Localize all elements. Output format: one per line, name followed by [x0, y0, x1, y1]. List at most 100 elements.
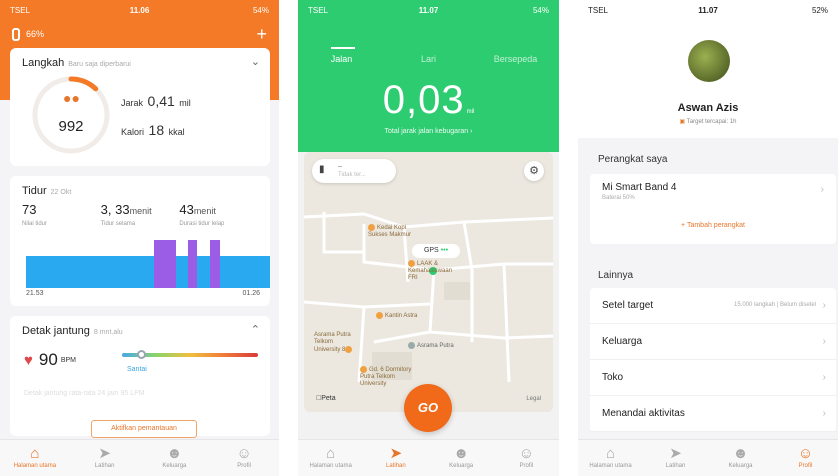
tab-family[interactable]: ☻ Keluarga — [140, 440, 210, 476]
chevron-down-icon[interactable]: ⌄ — [251, 55, 260, 68]
chevron-right-icon: › — [822, 372, 826, 383]
profile-screen: TSEL 11.07 52% Aswan Azis ▣ Target terca… — [578, 0, 838, 476]
light-sleep-band — [26, 256, 270, 288]
tab-profile[interactable]: ☺ Profil — [209, 440, 279, 476]
list-item-label: Toko — [602, 372, 624, 383]
sleep-score-value: 73 — [22, 202, 37, 217]
tab-workout[interactable]: ➤ Latihan — [363, 440, 428, 476]
deep-sleep-value: 43menit — [179, 202, 258, 217]
chevron-up-icon[interactable]: ⌃ — [251, 323, 260, 336]
gps-signal-icon: ••• — [440, 247, 449, 254]
sleep-duration-label: Tidur selama — [100, 221, 136, 227]
map-poi[interactable]: LAAK & Kemahasiswaan FRI — [408, 260, 452, 282]
tab-workout[interactable]: ➤ Latihan — [70, 440, 140, 476]
add-button[interactable]: + — [256, 25, 267, 43]
add-device-button[interactable]: + Tambah perangkat — [590, 222, 836, 229]
tab-label: Halaman utama — [309, 463, 352, 469]
map-poi[interactable]: Asrama Putra Telkom University 8 — [314, 332, 354, 354]
distance-unit: mil — [179, 98, 191, 108]
tab-label: Profil — [519, 463, 534, 469]
chevron-right-icon[interactable]: › — [821, 184, 824, 195]
device-selector[interactable]: ▮ -- Tidak ter... — [312, 159, 396, 183]
go-button[interactable]: GO — [404, 384, 452, 432]
tab-label: Halaman utama — [589, 463, 632, 469]
poi-pin-icon — [345, 346, 353, 353]
sleep-duration-minutes: 33 — [115, 202, 130, 217]
list-item-family[interactable]: Keluarga › — [590, 324, 836, 360]
tab-home[interactable]: ⌂ Halaman utama — [578, 440, 643, 476]
shoe-icon: ➤ — [98, 445, 111, 462]
heart-rate-card[interactable]: Detak jantung 8 mnt.alu ⌃ ♥ 90 BPM Santai… — [10, 316, 270, 438]
sleep-score-label: Nilai tidur — [22, 221, 48, 227]
home-icon: ⌂ — [326, 445, 336, 462]
sleep-end-time: 01.26 — [242, 290, 260, 297]
enable-monitoring-button[interactable]: Aktifkan pemantauan — [91, 420, 197, 438]
profile-icon: ☺ — [236, 445, 252, 462]
list-item-label: Keluarga — [602, 336, 643, 347]
list-item-set-target[interactable]: Setel target 15.000 langkah | Belum dise… — [590, 288, 836, 324]
map-poi[interactable]: Asrama Putra — [408, 342, 454, 350]
steps-ring: ●● 992 — [30, 74, 112, 156]
battery-level: 54% — [252, 5, 269, 15]
deep-sleep-segment — [210, 240, 220, 288]
gear-icon[interactable]: ⚙ — [524, 161, 544, 181]
map-poi[interactable]: Gd. 6 Dormitory Putra Telkom University — [360, 366, 411, 388]
status-bar: TSEL 11.07 52% — [578, 0, 838, 20]
list-item-mark-activity[interactable]: Menandai aktivitas › — [590, 396, 836, 432]
map-view[interactable]: ▮ -- Tidak ter... ⚙ Kedai Kopi Sukses Mak… — [304, 152, 553, 412]
tab-family[interactable]: ☻ Keluarga — [708, 440, 773, 476]
deep-sleep-segment — [188, 240, 197, 288]
tab-walk[interactable]: Jalan — [298, 54, 385, 64]
profile-icon: ☺ — [518, 445, 535, 462]
legal-link[interactable]: Legal — [526, 396, 541, 402]
tab-run[interactable]: Lari — [385, 54, 472, 64]
tab-bar: ⌂ Halaman utama ➤ Latihan ☻ Keluarga ☺ Profi… — [0, 439, 279, 476]
sleep-card[interactable]: Tidur 22 Okt 73 Nilai tidur 3, 33menit Ti… — [10, 176, 270, 306]
device-name[interactable]: Mi Smart Band 4 — [602, 182, 676, 193]
tab-cycle[interactable]: Bersepeda — [472, 54, 559, 64]
tab-workout[interactable]: ➤ Latihan — [643, 440, 708, 476]
sleep-duration: 3, 33menit Tidur selama — [101, 202, 180, 227]
map-poi[interactable]: Kantin Astra — [376, 312, 417, 320]
target-icon: ▣ — [679, 119, 686, 125]
calorie-unit: kkal — [168, 127, 185, 137]
family-icon: ☻ — [732, 445, 749, 462]
list-item-label: Setel target — [602, 300, 654, 311]
device-battery: Baterai 50% — [602, 195, 635, 201]
tab-label: Halaman utama — [13, 463, 57, 469]
target-text: Target tercapai: 1h — [686, 119, 737, 125]
poi-pin-icon — [368, 224, 375, 231]
sleep-stats: 73 Nilai tidur 3, 33menit Tidur selama 4… — [22, 202, 258, 227]
tab-home[interactable]: ⌂ Halaman utama — [0, 440, 70, 476]
poi-pin-icon — [360, 366, 367, 373]
tab-profile[interactable]: ☺ Profil — [773, 440, 838, 476]
distance-history-link[interactable]: Total jarak jalan kebugaran › — [298, 128, 559, 135]
map-brand-label: Peta — [316, 395, 335, 402]
sleep-chart — [26, 240, 270, 288]
band-status[interactable]: 66% + — [12, 24, 267, 44]
device-status: Tidak ter... — [338, 172, 366, 178]
tab-home[interactable]: ⌂ Halaman utama — [298, 440, 363, 476]
distance-label: Total jarak jalan kebugaran — [384, 128, 469, 135]
carrier-label: TSEL — [10, 5, 31, 15]
family-icon: ☻ — [453, 445, 470, 462]
list-item-store[interactable]: Toko › — [590, 360, 836, 396]
poi-pin-icon — [376, 312, 383, 319]
avatar[interactable] — [688, 40, 730, 82]
heart-zone-state: Santai — [127, 366, 147, 373]
gps-indicator: GPS ••• — [412, 244, 460, 258]
profile-header[interactable]: Aswan Azis ▣ Target tercapai: 1h — [578, 20, 838, 138]
settings-list: Setel target 15.000 langkah | Belum dise… — [590, 288, 836, 432]
profile-icon: ☺ — [797, 445, 814, 462]
sleep-title: Tidur 22 Okt — [22, 185, 71, 197]
map-poi[interactable]: Kedai Kopi Sukses Makmur — [368, 224, 411, 239]
tab-label: Latihan — [386, 463, 406, 469]
heart-zone-marker — [137, 350, 146, 359]
carrier-label: TSEL — [308, 5, 329, 15]
heart-title-text: Detak jantung — [22, 325, 90, 337]
steps-card[interactable]: Langkah Baru saja diperbarui ⌄ ●● 992 Jar… — [10, 48, 270, 166]
tab-family[interactable]: ☻ Keluarga — [429, 440, 494, 476]
shoe-icon: ➤ — [669, 445, 682, 462]
steps-count: 992 — [58, 118, 84, 135]
tab-profile[interactable]: ☺ Profil — [494, 440, 559, 476]
